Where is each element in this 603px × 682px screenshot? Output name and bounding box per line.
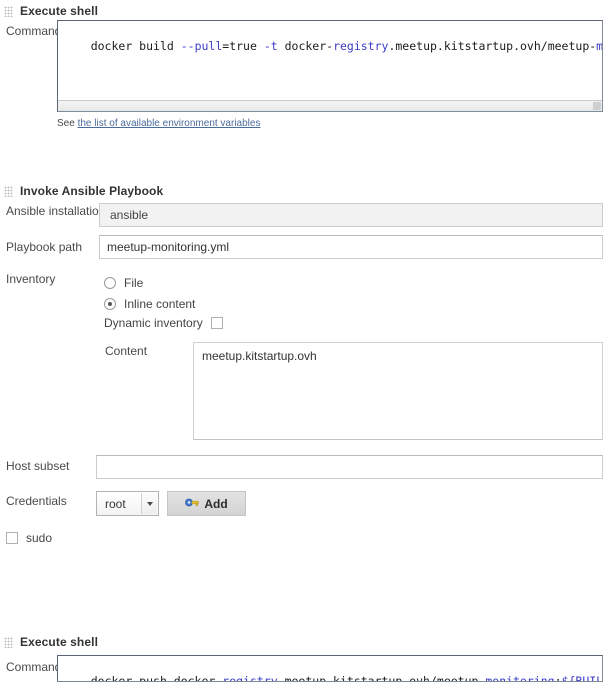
inventory-file-label: File — [124, 276, 144, 290]
credentials-select[interactable]: root — [96, 491, 159, 516]
playbook-path-label: Playbook path — [6, 240, 83, 254]
chevron-down-icon[interactable] — [141, 493, 157, 514]
help-prefix-text: See — [57, 118, 78, 129]
section-title: Execute shell — [20, 635, 99, 649]
env-variables-help-line: See the list of available environment va… — [57, 118, 260, 129]
inventory-file-option[interactable]: File — [104, 276, 143, 290]
sudo-option[interactable]: sudo — [6, 531, 52, 545]
dynamic-inventory-option[interactable]: Dynamic inventory — [104, 316, 223, 330]
command-label-top: Command — [6, 24, 62, 38]
section-title: Invoke Ansible Playbook — [20, 184, 164, 198]
host-subset-label: Host subset — [6, 459, 70, 473]
key-icon — [185, 497, 199, 511]
host-subset-input[interactable] — [96, 455, 603, 479]
add-button-label: Add — [204, 496, 228, 511]
sudo-label: sudo — [26, 531, 53, 545]
drag-grip-icon[interactable] — [4, 5, 13, 17]
drag-grip-icon[interactable] — [4, 636, 13, 648]
section-header-execute-shell-top[interactable]: Execute shell — [4, 3, 98, 19]
horizontal-scrollbar[interactable] — [58, 100, 602, 111]
command-textarea-bottom[interactable]: docker push docker-registry.meetup.kitst… — [57, 655, 603, 682]
command-label-bottom: Command — [6, 660, 62, 674]
inventory-inline-label: Inline content — [124, 297, 196, 311]
dynamic-inventory-checkbox[interactable] — [210, 317, 223, 329]
ansible-installation-select[interactable]: ansible — [99, 203, 603, 227]
radio-file-icon[interactable] — [104, 277, 116, 289]
jenkins-build-steps-page: Execute shell Command docker build --pul… — [0, 0, 603, 682]
add-credentials-button[interactable]: Add — [167, 491, 246, 516]
inventory-content-label: Content — [105, 344, 148, 358]
inventory-label: Inventory — [6, 272, 56, 286]
command-textarea-top[interactable]: docker build --pull=true -t docker-regis… — [57, 20, 603, 112]
inventory-inline-option[interactable]: Inline content — [104, 297, 195, 311]
playbook-path-input[interactable]: meetup-monitoring.yml — [99, 235, 603, 259]
radio-inline-content-icon[interactable] — [104, 298, 116, 310]
dynamic-inventory-label: Dynamic inventory — [104, 316, 203, 330]
command-text-top: docker build --pull=true -t docker-regis… — [90, 39, 603, 53]
drag-grip-icon[interactable] — [4, 185, 13, 197]
section-title: Execute shell — [20, 4, 99, 18]
section-header-execute-shell-bottom[interactable]: Execute shell — [4, 634, 98, 650]
inventory-content-textarea[interactable]: meetup.kitstartup.ovh — [193, 342, 603, 440]
command-text-bottom: docker push docker-registry.meetup.kitst… — [90, 674, 603, 682]
credentials-selected-value: root — [105, 496, 126, 511]
ansible-installation-label: Ansible installation — [6, 204, 106, 218]
credentials-label: Credentials — [6, 494, 67, 508]
section-header-ansible[interactable]: Invoke Ansible Playbook — [4, 183, 163, 199]
env-variables-link[interactable]: the list of available environment variab… — [78, 118, 261, 129]
sudo-checkbox[interactable] — [6, 532, 18, 544]
